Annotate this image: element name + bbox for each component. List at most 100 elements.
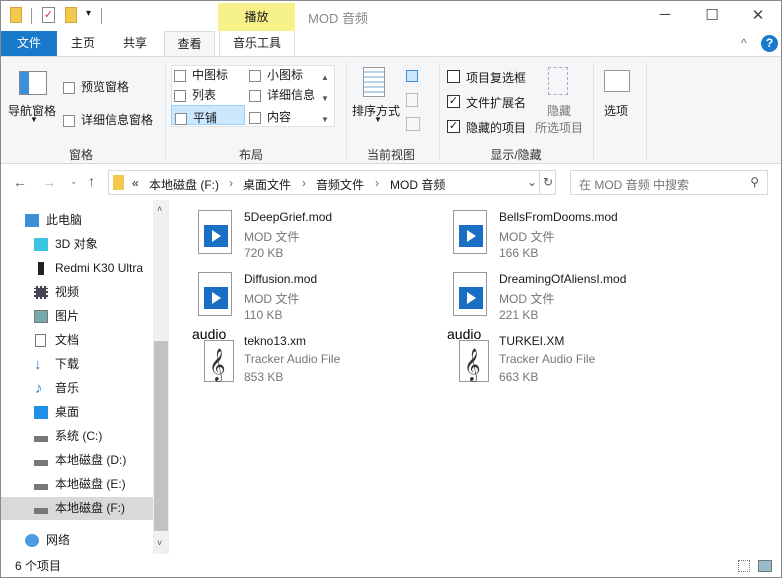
hide-selected-icon	[548, 67, 568, 95]
breadcrumb-desktop-files[interactable]: 桌面文件	[243, 176, 291, 193]
file-item[interactable]: 𝄞 audio TURKEI.XM Tracker Audio File 663 KB	[447, 326, 703, 390]
layout-small-icons[interactable]: 小图标	[249, 66, 303, 83]
nav-music[interactable]: ♪ 音乐	[1, 377, 153, 400]
file-extensions-checkbox[interactable]: ✓	[447, 95, 460, 108]
content-icon	[249, 111, 261, 124]
scroll-down-icon[interactable]: ˅	[157, 538, 162, 548]
tab-view[interactable]: 查看	[164, 31, 215, 57]
new-folder-icon[interactable]	[65, 7, 77, 23]
breadcrumb-current[interactable]: MOD 音频	[390, 176, 445, 193]
item-count: 6 个项目	[15, 559, 62, 573]
breadcrumb-drive-f[interactable]: 本地磁盘 (F:)	[149, 176, 219, 193]
layout-content[interactable]: 内容	[249, 108, 291, 125]
nav-this-pc[interactable]: 此电脑	[1, 209, 153, 232]
group-label-show-hide: 显示/隐藏	[490, 148, 542, 162]
nav-3d-objects[interactable]: 3D 对象	[1, 233, 153, 256]
hidden-items-checkbox[interactable]: ✓	[447, 120, 460, 133]
chevron-right-icon[interactable]: ›	[229, 176, 233, 190]
nav-documents[interactable]: 文档	[1, 329, 153, 352]
file-item[interactable]: 𝄞 audio tekno13.xm Tracker Audio File 853 KB	[192, 326, 448, 390]
divider	[165, 63, 166, 161]
folder-icon[interactable]	[10, 7, 22, 23]
up-button[interactable]: ↑	[88, 173, 95, 189]
nav-downloads[interactable]: ↓ 下载	[1, 353, 153, 376]
forward-button[interactable]: →	[42, 174, 56, 190]
search-icon: ⚲	[750, 175, 759, 189]
hidden-items-label: 隐藏的项目	[466, 121, 527, 135]
back-button[interactable]: ←	[13, 174, 27, 190]
tiles-icon	[175, 112, 187, 125]
nav-scrollbar[interactable]: ˄ ˅	[153, 200, 169, 554]
tab-file[interactable]: 文件	[1, 31, 57, 56]
nav-videos[interactable]: 视频	[1, 281, 153, 304]
desktop-icon	[34, 406, 48, 419]
nav-drive-c[interactable]: 系统 (C:)	[1, 425, 153, 448]
media-icon	[198, 272, 232, 316]
tab-home[interactable]: 主页	[60, 31, 106, 56]
properties-icon[interactable]: ✓	[42, 7, 55, 23]
small-icons-icon	[249, 69, 261, 82]
details-pane-icon	[63, 114, 75, 127]
divider	[593, 63, 594, 161]
layout-tiles[interactable]: 平铺	[171, 105, 245, 125]
layout-details[interactable]: 详细信息	[249, 86, 315, 103]
drive-icon	[34, 460, 48, 466]
status-bar: 6 个项目	[1, 555, 781, 577]
nav-drive-f[interactable]: 本地磁盘 (F:)	[1, 497, 153, 520]
size-columns-icon[interactable]	[406, 117, 420, 131]
address-bar[interactable]: « 本地磁盘 (F:) › 桌面文件 › 音频文件 › MOD 音频 ⌄ ↻	[108, 170, 556, 195]
ribbon: 导航窗格 ▼ 预览窗格 详细信息窗格 窗格 中图标 小图标 列表 详细信息 平铺…	[1, 56, 781, 164]
layout-medium-icons[interactable]: 中图标	[174, 66, 228, 83]
help-icon[interactable]: ?	[761, 35, 778, 52]
tab-share[interactable]: 共享	[110, 31, 160, 56]
breadcrumb-audio-files[interactable]: 音频文件	[316, 176, 364, 193]
options-button[interactable]: 选项	[604, 102, 628, 119]
scrollbar-thumb[interactable]	[154, 341, 168, 531]
maximize-button[interactable]: ☐	[702, 6, 722, 24]
nav-pictures[interactable]: 图片	[1, 305, 153, 328]
group-by-icon[interactable]	[406, 70, 418, 82]
search-input[interactable]: 在 MOD 音频 中搜索 ⚲	[570, 170, 768, 195]
details-view-icon[interactable]	[738, 560, 750, 572]
media-icon	[453, 272, 487, 316]
preview-pane-button[interactable]: 预览窗格	[63, 78, 129, 95]
details-pane-button[interactable]: 详细信息窗格	[63, 111, 153, 128]
file-item[interactable]: 5DeepGrief.mod MOD 文件 720 KB	[198, 210, 448, 266]
chevron-right-icon[interactable]: ›	[375, 176, 379, 190]
folder-icon	[113, 175, 124, 190]
file-item[interactable]: BellsFromDooms.mod MOD 文件 166 KB	[453, 210, 703, 266]
add-columns-icon	[406, 93, 418, 107]
network-icon	[25, 534, 39, 547]
file-item[interactable]: Diffusion.mod MOD 文件 110 KB	[198, 272, 448, 328]
nav-phone[interactable]: Redmi K30 Ultra	[1, 257, 153, 280]
address-dropdown-icon[interactable]: ⌄	[527, 175, 537, 189]
audio-clef-icon: 𝄞	[204, 340, 234, 382]
close-button[interactable]: ✕	[748, 6, 768, 24]
nav-drive-e[interactable]: 本地磁盘 (E:)	[1, 473, 153, 496]
item-checkboxes-checkbox[interactable]	[447, 70, 460, 83]
group-label-current-view: 当前视图	[366, 148, 415, 162]
item-checkboxes-label: 项目复选框	[466, 71, 527, 85]
chevron-right-icon[interactable]: ›	[302, 176, 306, 190]
breadcrumb-overflow[interactable]: «	[132, 176, 139, 190]
nav-drive-d[interactable]: 本地磁盘 (D:)	[1, 449, 153, 472]
tab-music-tools[interactable]: 音乐工具	[219, 31, 295, 56]
customize-toolbar-icon[interactable]: ▾	[86, 8, 91, 19]
collapse-ribbon-icon[interactable]: ^	[741, 36, 747, 50]
minimize-button[interactable]: ─	[655, 6, 675, 23]
hide-selected-label-1[interactable]: 隐藏	[547, 102, 571, 119]
refresh-button[interactable]: ↻	[539, 171, 556, 194]
divider	[646, 63, 647, 161]
nav-desktop[interactable]: 桌面	[1, 401, 153, 424]
group-label-panes: 窗格	[68, 148, 93, 162]
file-item[interactable]: DreamingOfAliensI.mod MOD 文件 221 KB	[453, 272, 703, 328]
large-icons-view-icon[interactable]	[758, 560, 772, 572]
hide-selected-label-2[interactable]: 所选项目	[535, 119, 583, 136]
scroll-up-icon[interactable]: ˄	[157, 204, 162, 214]
nav-network[interactable]: 网络	[1, 529, 153, 552]
medium-icons-icon	[174, 69, 186, 82]
layout-list[interactable]: 列表	[174, 86, 216, 103]
gallery-scroll-icon[interactable]: ▲ ▼ ▼	[321, 67, 329, 130]
recent-locations-button[interactable]: ⌄	[70, 176, 78, 187]
chevron-down-icon: ▼	[374, 115, 382, 124]
